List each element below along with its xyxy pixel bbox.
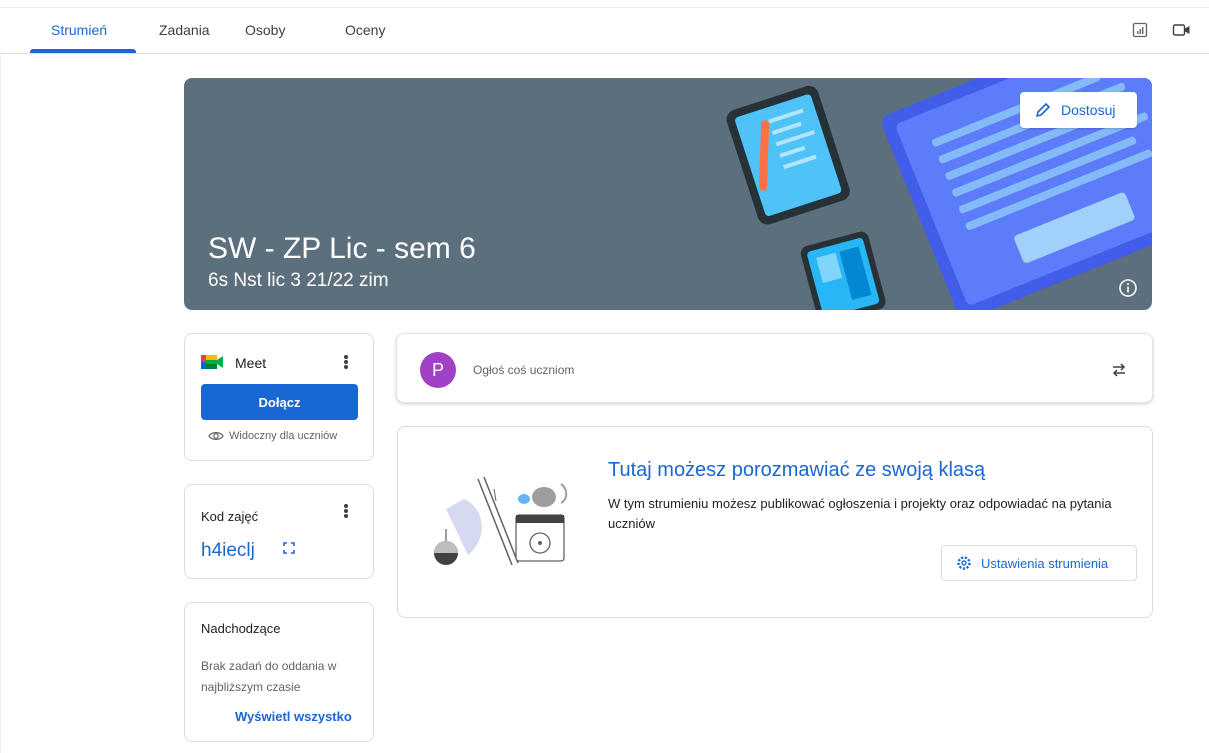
left-divider: [0, 54, 1, 753]
meet-more-options-icon[interactable]: [343, 354, 349, 372]
class-code-label: Kod zajęć: [201, 509, 259, 524]
upcoming-empty-text: Brak zadań do oddania w najbliższym czas…: [201, 659, 337, 694]
meet-label: Meet: [235, 355, 267, 371]
avatar: P: [420, 352, 456, 388]
tab-people[interactable]: Osoby: [245, 22, 285, 38]
fullscreen-icon[interactable]: [282, 541, 296, 555]
view-all-link[interactable]: Wyświetl wszystko: [235, 709, 352, 724]
visibility-row: Widoczny dla uczniów: [208, 430, 337, 442]
upcoming-card: Nadchodzące Brak zadań do oddania w najb…: [184, 602, 374, 742]
announce-input[interactable]: Ogłoś coś uczniom: [473, 363, 574, 377]
gear-icon: [957, 556, 971, 570]
info-icon[interactable]: [1117, 277, 1139, 299]
tab-bar: Strumień Zadania Osoby Oceny: [0, 0, 1209, 54]
class-code-more-options-icon[interactable]: [343, 503, 349, 521]
eye-icon: [208, 432, 224, 440]
active-tab-indicator: [30, 49, 136, 53]
stream-info-text: W tym strumieniu możesz publikować ogłos…: [608, 496, 1112, 531]
join-button[interactable]: Dołącz: [201, 384, 358, 420]
stream-settings-button[interactable]: Ustawienia strumienia: [941, 545, 1137, 581]
tab-stream[interactable]: Strumień: [51, 22, 107, 38]
announce-card[interactable]: P Ogłoś coś uczniom: [396, 333, 1153, 403]
video-call-icon[interactable]: [1172, 22, 1192, 38]
class-section: 6s Nst lic 3 21/22 zim: [208, 270, 389, 291]
customize-label: Dostosuj: [1061, 102, 1116, 118]
stream-illustration: [434, 476, 568, 566]
tab-grades[interactable]: Oceny: [345, 22, 385, 38]
upcoming-title: Nadchodzące: [201, 621, 281, 636]
repost-icon[interactable]: [1111, 361, 1127, 379]
class-code-value[interactable]: h4ieclj: [201, 540, 255, 562]
class-banner: SW - ZP Lic - sem 6 6s Nst lic 3 21/22 z…: [184, 78, 1152, 310]
meet-card: Meet Dołącz Widoczny dla uczniów: [184, 333, 374, 461]
class-code-card: Kod zajęć h4ieclj: [184, 484, 374, 579]
visibility-label: Widoczny dla uczniów: [229, 430, 338, 442]
pencil-icon: [1036, 103, 1050, 117]
stream-info-card: Tutaj możesz porozmawiać ze swoją klasą …: [397, 426, 1153, 618]
stream-settings-label: Ustawienia strumienia: [981, 555, 1109, 571]
stream-info-title: Tutaj możesz porozmawiać ze swoją klasą: [608, 459, 986, 481]
class-title: SW - ZP Lic - sem 6: [208, 232, 476, 265]
tab-classwork[interactable]: Zadania: [159, 22, 210, 38]
grades-table-icon[interactable]: [1132, 22, 1148, 38]
customize-button[interactable]: Dostosuj: [1020, 92, 1137, 128]
google-meet-icon: [201, 355, 223, 369]
